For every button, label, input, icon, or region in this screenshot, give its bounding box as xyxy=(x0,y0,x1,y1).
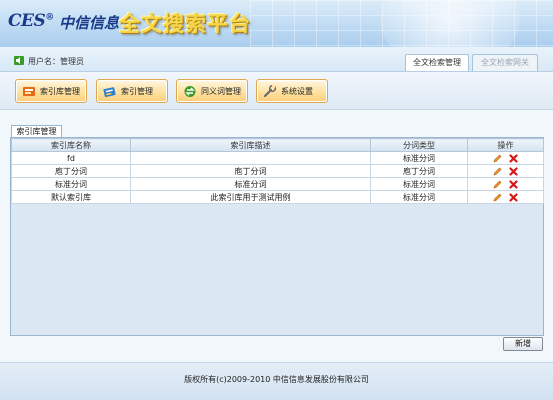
column-header: 索引库描述 xyxy=(130,138,371,152)
cell-actions xyxy=(467,190,544,204)
table-row[interactable]: fd 标准分词 xyxy=(11,151,544,165)
tab-fulltext-gateway[interactable]: 全文检索网关 xyxy=(472,54,538,71)
delete-icon[interactable] xyxy=(509,153,518,163)
cell-description: 此索引库用于测试用例 xyxy=(130,190,371,204)
index-library-panel: 索引库名称 索引库描述 分词类型 操作 fd 标准分词 庖丁分词 庖丁分词 庖丁… xyxy=(10,137,544,336)
tab-fulltext-management[interactable]: 全文检索管理 xyxy=(405,54,469,71)
cell-actions xyxy=(467,177,544,191)
logo-brand: 中信信息 xyxy=(59,14,120,32)
edit-icon[interactable] xyxy=(493,167,502,176)
system-settings-button[interactable]: 系统设置 xyxy=(256,79,328,103)
delete-icon[interactable] xyxy=(509,166,518,176)
index-library-button[interactable]: 索引库管理 xyxy=(15,79,87,103)
cell-description xyxy=(130,151,371,165)
toolbar: 索引库管理 索引管理 同义词管理 系统设置 xyxy=(0,72,553,110)
synonym-button[interactable]: 同义词管理 xyxy=(176,79,248,103)
cell-analyzer: 庖丁分词 xyxy=(370,164,468,178)
cell-description: 标准分词 xyxy=(130,177,371,191)
cell-actions xyxy=(467,164,544,178)
column-header: 索引库名称 xyxy=(11,138,131,152)
cell-actions xyxy=(467,151,544,165)
app-title: 全文搜索平台 xyxy=(119,12,251,36)
user-label: 用户名：管理员 xyxy=(28,57,84,66)
footer: 版权所有(c)2009-2010 中信信息发展股份有限公司 xyxy=(0,362,553,400)
system-settings-label: 系统设置 xyxy=(281,87,313,96)
cell-name: 标准分词 xyxy=(11,177,131,191)
index-button[interactable]: 索引管理 xyxy=(96,79,168,103)
column-header: 分词类型 xyxy=(370,138,468,152)
index-library-label: 索引库管理 xyxy=(40,87,80,96)
edit-icon[interactable] xyxy=(493,154,502,163)
logo-ces: CES® xyxy=(8,11,54,31)
header-banner: CES® 中信信息 全文搜索平台 xyxy=(0,0,553,47)
synonym-icon xyxy=(184,86,196,97)
cell-name: 默认索引库 xyxy=(11,190,131,204)
table-row[interactable]: 默认索引库 此索引库用于测试用例 标准分词 xyxy=(11,190,544,204)
index-label: 索引管理 xyxy=(121,87,153,96)
index-library-table: 索引库名称 索引库描述 分词类型 操作 fd 标准分词 庖丁分词 庖丁分词 庖丁… xyxy=(11,138,544,204)
user-bar: 用户名：管理员 全文检索管理 全文检索网关 xyxy=(0,47,553,72)
wrench-icon xyxy=(263,85,277,98)
cell-analyzer: 标准分词 xyxy=(370,177,468,191)
add-button[interactable]: 新增 xyxy=(503,337,543,351)
synonym-label: 同义词管理 xyxy=(201,87,241,96)
table-row[interactable]: 标准分词 标准分词 标准分词 xyxy=(11,177,544,191)
banner-glow xyxy=(380,0,520,47)
cell-analyzer: 标准分词 xyxy=(370,190,468,204)
column-header: 操作 xyxy=(467,138,544,152)
delete-icon[interactable] xyxy=(509,192,518,202)
copyright-text: 版权所有(c)2009-2010 中信信息发展股份有限公司 xyxy=(184,375,369,384)
delete-icon[interactable] xyxy=(509,179,518,189)
cell-analyzer: 标准分词 xyxy=(370,151,468,165)
index-library-icon xyxy=(23,87,35,96)
speaker-icon xyxy=(14,56,24,65)
cell-description: 庖丁分词 xyxy=(130,164,371,178)
table-header-row: 索引库名称 索引库描述 分词类型 操作 xyxy=(11,138,544,152)
edit-icon[interactable] xyxy=(493,180,502,189)
cell-name: fd xyxy=(11,151,131,165)
edit-icon[interactable] xyxy=(493,193,502,202)
cell-name: 庖丁分词 xyxy=(11,164,131,178)
table-row[interactable]: 庖丁分词 庖丁分词 庖丁分词 xyxy=(11,164,544,178)
index-icon xyxy=(103,87,116,97)
